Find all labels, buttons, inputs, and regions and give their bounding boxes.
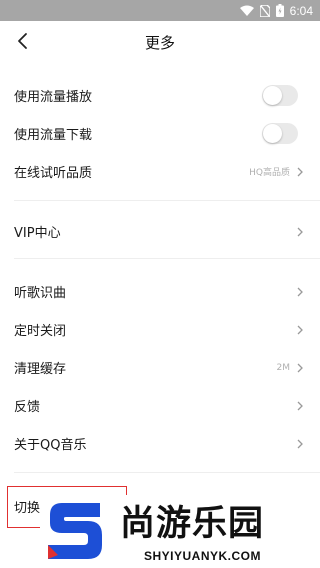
divider (14, 258, 320, 259)
watermark-logo-icon (48, 503, 102, 559)
cellular-download-toggle[interactable] (262, 123, 298, 144)
cellular-play-label: 使用流量播放 (14, 90, 93, 105)
header: 更多 (0, 21, 320, 61)
cellular-download-row: 使用流量下载 (0, 115, 320, 152)
cellular-play-row: 使用流量播放 (0, 77, 320, 114)
cache-size-value: 2M (276, 362, 291, 373)
song-recognition-row[interactable]: 听歌识曲 (0, 273, 320, 310)
sleep-timer-label: 定时关闭 (14, 324, 67, 339)
page-title: 更多 (144, 34, 175, 52)
cellular-play-toggle[interactable] (262, 85, 298, 106)
status-bar: 6:04 (0, 0, 320, 21)
divider (14, 472, 320, 473)
toggle-knob (263, 86, 282, 105)
vip-center-row[interactable]: VIP中心 (0, 213, 320, 250)
song-recognition-label: 听歌识曲 (14, 286, 67, 301)
battery-icon (275, 4, 284, 17)
no-sim-icon (259, 4, 270, 17)
sleep-timer-row[interactable]: 定时关闭 (0, 311, 320, 348)
chevron-right-icon (297, 363, 303, 372)
clear-cache-label: 清理缓存 (14, 362, 67, 377)
feedback-label: 反馈 (14, 400, 41, 415)
switch-account-label: 切换 (14, 501, 41, 516)
feedback-row[interactable]: 反馈 (0, 387, 320, 424)
watermark: 尚游乐园 SHYIYUANYK.COM (40, 495, 320, 568)
clock: 6:04 (289, 3, 313, 18)
clear-cache-row[interactable]: 清理缓存 2M (0, 349, 320, 386)
audition-quality-row[interactable]: 在线试听品质 HQ高品质 (0, 153, 320, 190)
chevron-right-icon (297, 227, 303, 236)
watermark-text: 尚游乐园 (120, 504, 265, 544)
watermark-subtext: SHYIYUANYK.COM (144, 549, 262, 563)
vip-center-label: VIP中心 (14, 226, 61, 241)
about-label: 关于QQ音乐 (14, 438, 87, 453)
divider (14, 200, 320, 201)
chevron-right-icon (297, 167, 303, 176)
toggle-knob (263, 124, 282, 143)
chevron-right-icon (297, 325, 303, 334)
about-row[interactable]: 关于QQ音乐 (0, 425, 320, 462)
audition-quality-value: HQ高品质 (249, 168, 290, 178)
chevron-right-icon (297, 401, 303, 410)
cellular-download-label: 使用流量下载 (14, 128, 93, 143)
audition-quality-label: 在线试听品质 (14, 166, 93, 181)
chevron-right-icon (297, 439, 303, 448)
chevron-right-icon (297, 287, 303, 296)
wifi-icon (239, 5, 254, 16)
